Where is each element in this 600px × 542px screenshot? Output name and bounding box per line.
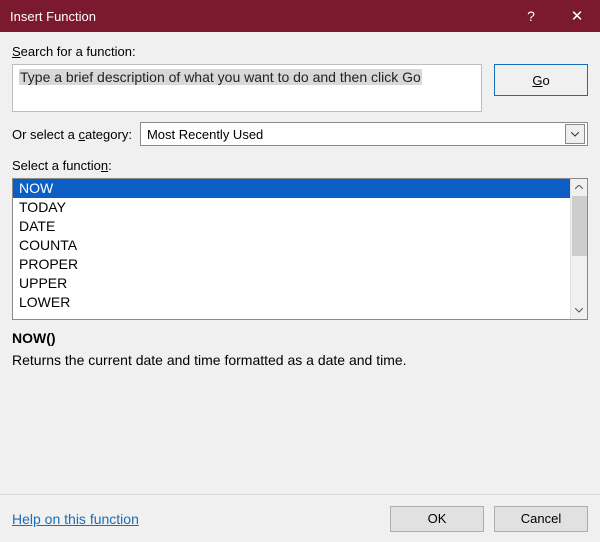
close-button[interactable]: ✕	[554, 0, 600, 32]
category-select[interactable]: Most Recently Used	[140, 122, 588, 146]
function-syntax: NOW()	[12, 330, 588, 346]
category-value: Most Recently Used	[147, 127, 263, 142]
search-row: Type a brief description of what you wan…	[12, 64, 588, 112]
scrollbar-track[interactable]	[571, 196, 587, 302]
category-row: Or select a category: Most Recently Used	[12, 122, 588, 146]
ok-button[interactable]: OK	[390, 506, 484, 532]
function-list-inner[interactable]: NOW TODAY DATE COUNTA PROPER UPPER LOWER	[13, 179, 570, 319]
category-label: Or select a category:	[12, 127, 132, 142]
function-item-counta[interactable]: COUNTA	[13, 236, 570, 255]
scrollbar-thumb[interactable]	[572, 196, 587, 256]
dialog-footer: Help on this function OK Cancel	[0, 494, 600, 542]
help-link[interactable]: Help on this function	[12, 511, 139, 527]
function-item-lower[interactable]: LOWER	[13, 293, 570, 312]
function-list: NOW TODAY DATE COUNTA PROPER UPPER LOWER	[12, 178, 588, 320]
footer-buttons: OK Cancel	[390, 506, 588, 532]
go-button[interactable]: Go	[494, 64, 588, 96]
window-title: Insert Function	[10, 9, 96, 24]
function-description: Returns the current date and time format…	[12, 352, 588, 368]
scroll-down-icon[interactable]	[571, 302, 587, 319]
search-input-value: Type a brief description of what you wan…	[19, 69, 422, 85]
function-item-date[interactable]: DATE	[13, 217, 570, 236]
scroll-up-icon[interactable]	[571, 179, 587, 196]
function-item-today[interactable]: TODAY	[13, 198, 570, 217]
search-input[interactable]: Type a brief description of what you wan…	[12, 64, 482, 112]
scrollbar[interactable]	[570, 179, 587, 319]
cancel-button[interactable]: Cancel	[494, 506, 588, 532]
select-function-label: Select a function:	[12, 158, 588, 173]
chevron-down-icon[interactable]	[565, 124, 585, 144]
dialog-content: Search for a function: Type a brief desc…	[0, 32, 600, 494]
function-item-upper[interactable]: UPPER	[13, 274, 570, 293]
function-item-proper[interactable]: PROPER	[13, 255, 570, 274]
titlebar: Insert Function ? ✕	[0, 0, 600, 32]
function-item-now[interactable]: NOW	[13, 179, 570, 198]
help-button[interactable]: ?	[508, 0, 554, 32]
titlebar-controls: ? ✕	[508, 0, 600, 32]
search-label: Search for a function:	[12, 44, 588, 59]
